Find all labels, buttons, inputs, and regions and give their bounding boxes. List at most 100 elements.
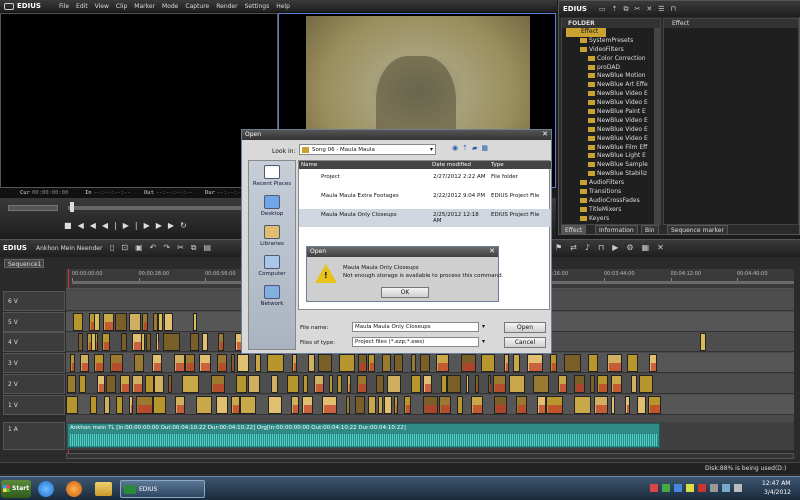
video-clip[interactable]	[460, 354, 476, 372]
video-clip[interactable]	[321, 396, 337, 414]
tree-item[interactable]: AudioCrossFades	[566, 197, 660, 206]
tree-item[interactable]: TitleMixers	[566, 206, 660, 215]
new-icon[interactable]: ▯	[110, 243, 121, 252]
video-clip[interactable]	[173, 354, 185, 372]
video-clip[interactable]	[163, 333, 180, 351]
clock-date[interactable]: 3/4/2012	[764, 489, 791, 496]
step-forward-icon[interactable]: |▶	[135, 221, 156, 230]
video-clip[interactable]	[488, 375, 492, 393]
menu-render[interactable]: Render	[216, 3, 237, 10]
video-clip[interactable]	[129, 313, 142, 331]
stop-icon[interactable]: ■	[64, 221, 78, 230]
video-clip[interactable]	[471, 396, 484, 414]
tree-item[interactable]: NewBlue Video E	[566, 135, 660, 144]
tree-item[interactable]: Transitions	[566, 188, 660, 197]
video-clip[interactable]	[145, 333, 151, 351]
video-clip[interactable]	[367, 396, 376, 414]
place-libraries[interactable]: Libraries	[249, 224, 295, 252]
network-icon[interactable]	[722, 484, 730, 492]
tree-item[interactable]: NewBlue Art Effe	[566, 81, 660, 90]
video-clip[interactable]	[354, 396, 365, 414]
video-clip[interactable]	[636, 396, 647, 414]
tree-item[interactable]: NewBlue Film Eff	[566, 144, 660, 153]
tree-item[interactable]: NewBlue Video E	[566, 90, 660, 99]
column-date[interactable]: Date modified	[432, 162, 471, 168]
video-clip[interactable]	[216, 354, 227, 372]
video-clip[interactable]	[116, 396, 123, 414]
video-clip[interactable]	[597, 375, 608, 393]
video-clip[interactable]	[439, 396, 452, 414]
delete-icon[interactable]: ✕	[646, 5, 658, 13]
jog-slider[interactable]	[8, 205, 58, 211]
video-clip[interactable]	[339, 354, 355, 372]
place-network[interactable]: Network	[249, 284, 295, 312]
sequence-tab[interactable]: Sequence1	[4, 259, 44, 268]
rewind-icon[interactable]: ◀◀	[78, 221, 102, 230]
video-clip[interactable]	[215, 396, 229, 414]
video-clip[interactable]	[357, 375, 367, 393]
video-clip[interactable]	[174, 396, 185, 414]
video-clip[interactable]	[182, 375, 199, 393]
up-icon[interactable]: ⇡	[612, 5, 624, 13]
video-clip[interactable]	[66, 396, 79, 414]
redo-icon[interactable]: ↷	[163, 243, 177, 252]
list-view-icon[interactable]: ☰	[658, 5, 670, 13]
taskbar-edius[interactable]: EDIUS	[120, 480, 205, 498]
tray-icon-5[interactable]	[698, 484, 706, 492]
cancel-button[interactable]: Cancel	[504, 337, 546, 348]
video-clip[interactable]	[97, 375, 106, 393]
video-clip[interactable]	[236, 375, 248, 393]
place-recent-places[interactable]: Recent Places	[249, 164, 295, 192]
look-in-select[interactable]: Song 06 - Maula Maula ▾	[299, 144, 436, 155]
menu-settings[interactable]: Settings	[245, 3, 270, 10]
undo-icon[interactable]: ↶	[150, 243, 164, 252]
place-computer[interactable]: Computer	[249, 254, 295, 282]
video-clip[interactable]	[411, 354, 417, 372]
error-close-icon[interactable]: ✕	[489, 247, 495, 255]
video-clip[interactable]	[527, 354, 544, 372]
video-clip[interactable]	[77, 333, 84, 351]
file-row[interactable]: Maula Maula Extra Footages 2/22/2012 9:04…	[299, 190, 551, 208]
video-clip[interactable]	[393, 396, 398, 414]
video-clip[interactable]	[475, 375, 479, 393]
menu-help[interactable]: Help	[276, 3, 290, 10]
video-clip[interactable]	[610, 375, 623, 393]
track-header[interactable]: 5 V	[3, 312, 65, 332]
video-clip[interactable]	[386, 375, 401, 393]
video-clip[interactable]	[105, 375, 117, 393]
video-clip[interactable]	[625, 396, 631, 414]
video-clip[interactable]	[104, 396, 111, 414]
column-name[interactable]: Name	[301, 162, 317, 168]
video-clip[interactable]	[512, 354, 520, 372]
video-clip[interactable]	[435, 354, 450, 372]
video-clip[interactable]	[231, 396, 240, 414]
video-clip[interactable]	[393, 354, 403, 372]
video-clip[interactable]	[419, 354, 431, 372]
tree-item[interactable]: AudioFilters	[566, 179, 660, 188]
video-clip[interactable]	[377, 396, 383, 414]
open-icon[interactable]: ⊡	[121, 243, 135, 252]
close-icon[interactable]: ✕	[657, 243, 672, 252]
lock-icon[interactable]: ⊓	[671, 5, 682, 13]
media-player-icon[interactable]	[66, 481, 82, 497]
video-clip[interactable]	[610, 396, 616, 414]
tree-item[interactable]: NewBlue Paint E	[566, 108, 660, 117]
video-clip[interactable]	[195, 396, 213, 414]
video-clip[interactable]	[120, 333, 127, 351]
video-clip[interactable]	[90, 396, 98, 414]
video-clip[interactable]	[102, 313, 115, 331]
video-clip[interactable]	[403, 396, 412, 414]
scrub-handle[interactable]	[70, 202, 74, 212]
open-button[interactable]: Open	[504, 322, 546, 333]
video-clip[interactable]	[239, 396, 256, 414]
video-clip[interactable]	[550, 354, 558, 372]
video-clip[interactable]	[638, 375, 654, 393]
video-clip[interactable]	[649, 354, 658, 372]
video-clip[interactable]	[236, 354, 250, 372]
video-clip[interactable]	[564, 354, 581, 372]
timeline-scrollbar[interactable]	[66, 453, 794, 459]
video-clip[interactable]	[231, 354, 235, 372]
video-clip[interactable]	[94, 313, 100, 331]
file-row[interactable]: Project 2/27/2012 2:22 AM File folder	[299, 171, 551, 189]
tree-item[interactable]: Effect	[566, 28, 606, 37]
